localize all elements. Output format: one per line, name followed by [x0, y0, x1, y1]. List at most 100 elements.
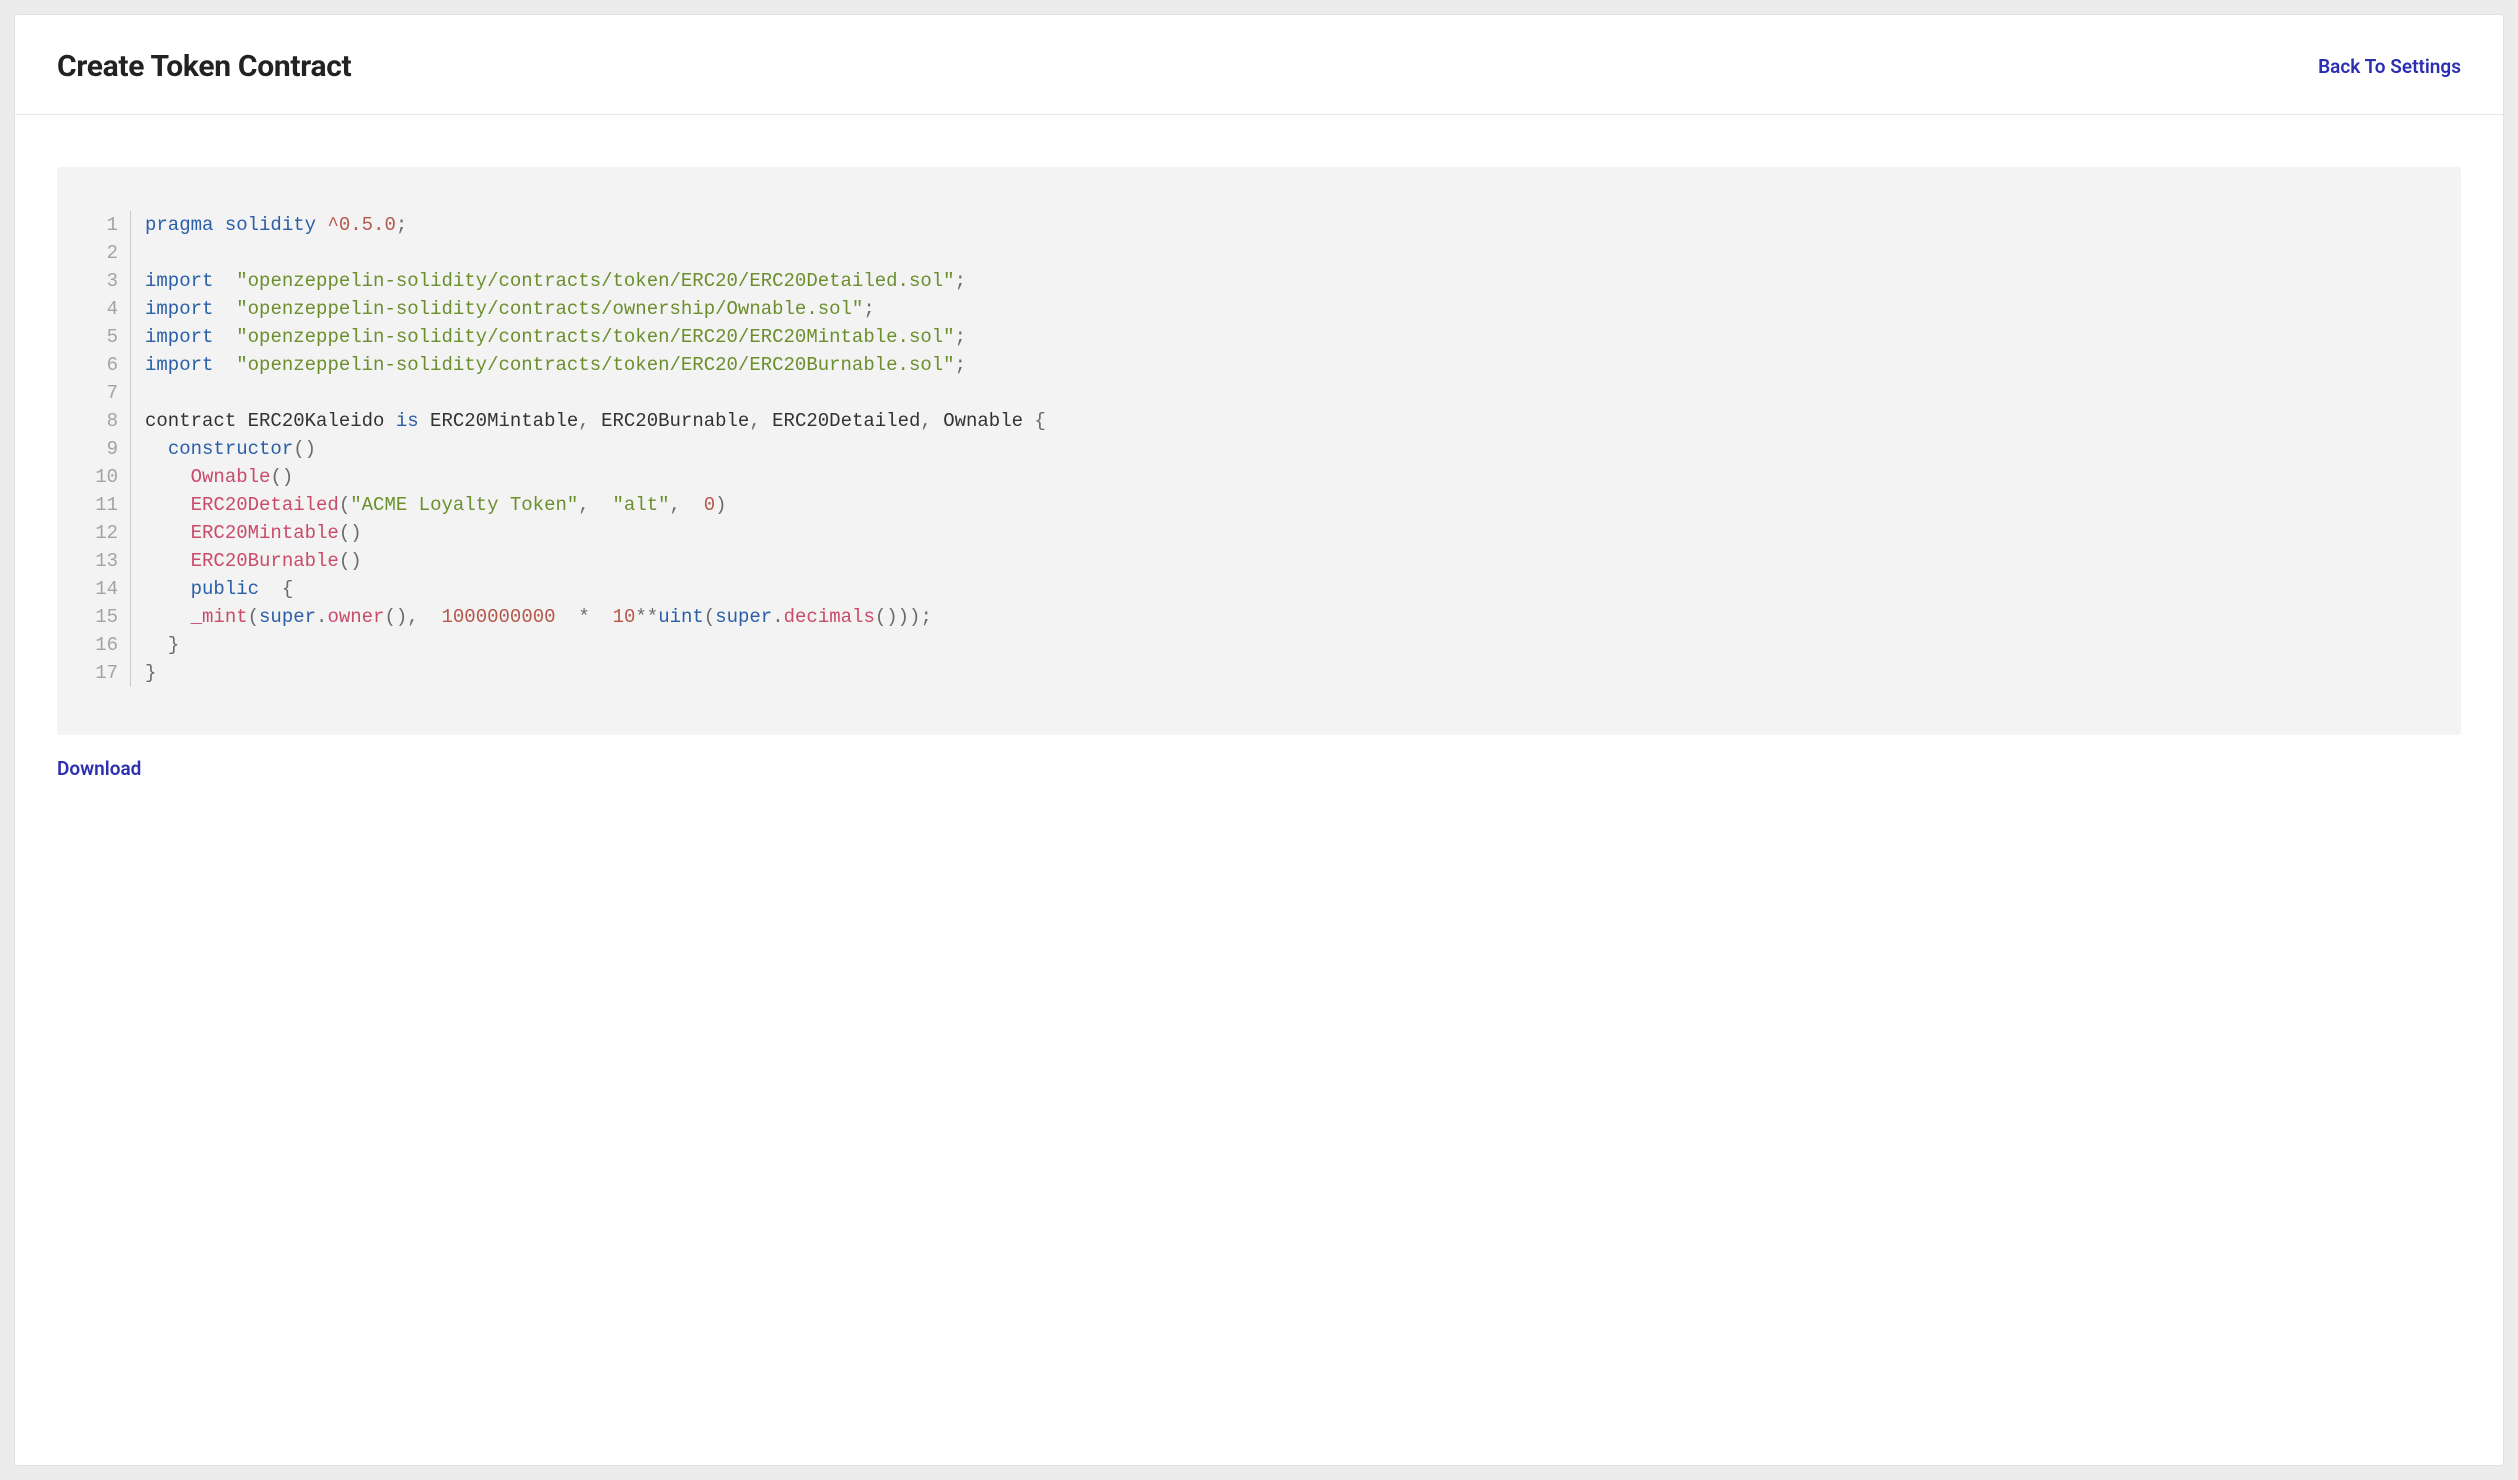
code-token: ERC20Detailed	[191, 494, 339, 516]
line-number: 14	[87, 575, 131, 603]
line-number: 5	[87, 323, 131, 351]
back-to-settings-link[interactable]: Back To Settings	[2318, 55, 2461, 78]
code-row: 10 Ownable()	[87, 463, 2421, 491]
code-token: 10	[613, 606, 636, 628]
line-number: 6	[87, 351, 131, 379]
code-line: Ownable()	[131, 463, 293, 491]
code-token	[145, 494, 191, 516]
code-token: "openzeppelin-solidity/contracts/token/E…	[236, 326, 954, 348]
code-token: ERC20Burnable	[191, 550, 339, 572]
code-token: super	[259, 606, 316, 628]
code-row: 16 }	[87, 631, 2421, 659]
code-line: ERC20Detailed("ACME Loyalty Token", "alt…	[131, 491, 727, 519]
code-token: ERC20Mintable	[191, 522, 339, 544]
code-token: "ACME Loyalty Token"	[350, 494, 578, 516]
code-token	[213, 326, 236, 348]
contract-card: Create Token Contract Back To Settings 1…	[14, 14, 2504, 1466]
code-token: .	[316, 606, 327, 628]
code-line: contract ERC20Kaleido is ERC20Mintable, …	[131, 407, 1046, 435]
code-token	[145, 438, 168, 460]
code-line: import "openzeppelin-solidity/contracts/…	[131, 267, 966, 295]
code-editor: 1pragma solidity ^0.5.0;2 3import "openz…	[57, 167, 2461, 735]
code-token: ()));	[875, 606, 932, 628]
code-token: .	[772, 606, 783, 628]
code-token: ;	[863, 298, 874, 320]
code-row: 5 import "openzeppelin-solidity/contracts…	[87, 323, 2421, 351]
line-number: 13	[87, 547, 131, 575]
code-token	[145, 634, 168, 656]
code-token: **	[635, 606, 658, 628]
code-line: constructor()	[131, 435, 316, 463]
code-token: (	[704, 606, 715, 628]
code-row: 13 ERC20Burnable()	[87, 547, 2421, 575]
code-token	[213, 214, 224, 236]
code-token: {	[1034, 410, 1045, 432]
line-number: 9	[87, 435, 131, 463]
code-token	[556, 606, 579, 628]
code-row: 8contract ERC20Kaleido is ERC20Mintable,…	[87, 407, 2421, 435]
code-token: uint	[658, 606, 704, 628]
code-token: ()	[339, 550, 362, 572]
code-token: *	[578, 606, 589, 628]
code-line: ERC20Burnable()	[131, 547, 362, 575]
code-token: ;	[955, 270, 966, 292]
code-token: is	[396, 410, 419, 432]
code-token: ;	[955, 354, 966, 376]
code-token: constructor	[168, 438, 293, 460]
code-token: ()	[270, 466, 293, 488]
code-token: (	[339, 494, 350, 516]
code-token: "openzeppelin-solidity/contracts/ownersh…	[236, 298, 863, 320]
line-number: 8	[87, 407, 131, 435]
line-number: 3	[87, 267, 131, 295]
code-token: _mint	[191, 606, 248, 628]
code-line: }	[131, 631, 179, 659]
code-row: 6import "openzeppelin-solidity/contracts…	[87, 351, 2421, 379]
code-line: _mint(super.owner(), 1000000000 * 10**ui…	[131, 603, 932, 631]
code-token	[145, 466, 191, 488]
code-token: owner	[327, 606, 384, 628]
code-token: ,	[749, 410, 760, 432]
code-token	[681, 494, 704, 516]
line-number: 4	[87, 295, 131, 323]
line-number: 15	[87, 603, 131, 631]
code-token: decimals	[784, 606, 875, 628]
download-link[interactable]: Download	[57, 757, 141, 780]
code-line	[131, 379, 156, 407]
line-number: 17	[87, 659, 131, 687]
code-token	[145, 606, 191, 628]
code-token	[259, 578, 282, 600]
code-row: 7	[87, 379, 2421, 407]
code-line: import "openzeppelin-solidity/contracts/…	[131, 351, 966, 379]
code-token	[213, 298, 236, 320]
code-token: ^0.5.0	[327, 214, 395, 236]
code-token: ,	[578, 410, 589, 432]
code-token	[145, 578, 191, 600]
code-token: "openzeppelin-solidity/contracts/token/E…	[236, 354, 954, 376]
code-token: ERC20Detailed	[761, 410, 921, 432]
code-row: 1pragma solidity ^0.5.0;	[87, 211, 2421, 239]
code-token: import	[145, 326, 213, 348]
code-token: (	[248, 606, 259, 628]
code-token: pragma	[145, 214, 213, 236]
code-token: "alt"	[613, 494, 670, 516]
code-token: ,	[578, 494, 589, 516]
code-token: ()	[293, 438, 316, 460]
code-token: ,	[920, 410, 931, 432]
code-line: ERC20Mintable()	[131, 519, 362, 547]
code-token: Ownable	[932, 410, 1035, 432]
code-token: solidity	[225, 214, 316, 236]
code-token: (),	[384, 606, 418, 628]
code-token: ERC20Burnable	[590, 410, 750, 432]
code-row: 15 _mint(super.owner(), 1000000000 * 10*…	[87, 603, 2421, 631]
code-token	[213, 354, 236, 376]
line-number: 11	[87, 491, 131, 519]
code-token: public	[191, 578, 259, 600]
code-token: import	[145, 298, 213, 320]
code-row: 4 import "openzeppelin-solidity/contracts…	[87, 295, 2421, 323]
code-token: 1000000000	[442, 606, 556, 628]
code-line: public {	[131, 575, 293, 603]
code-token: ,	[670, 494, 681, 516]
line-number: 2	[87, 239, 131, 267]
code-line: }	[131, 659, 156, 687]
code-token	[213, 270, 236, 292]
